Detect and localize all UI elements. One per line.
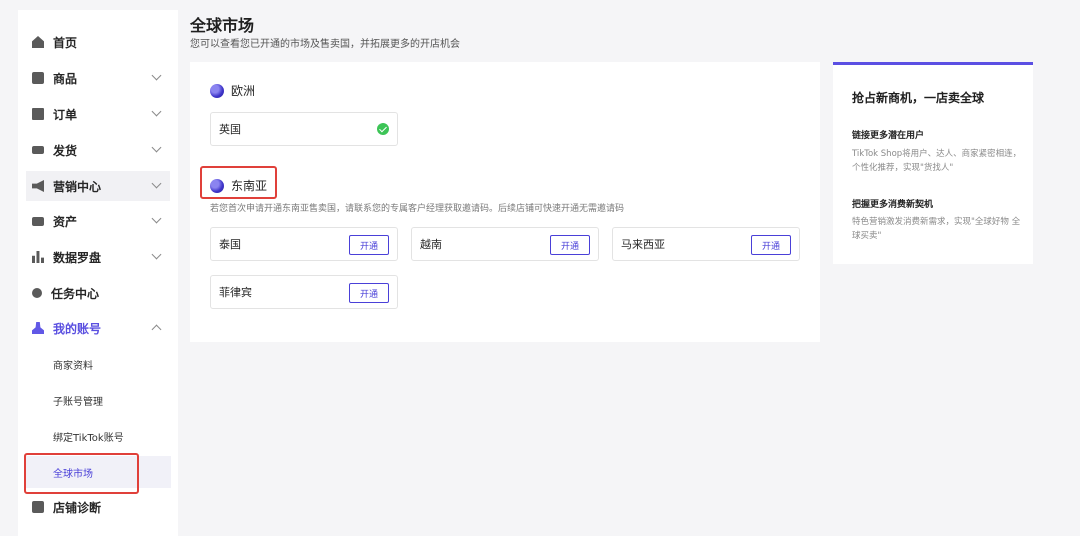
country-card-philippines: 菲律宾 开通 [210,275,398,309]
country-card-vietnam: 越南 开通 [411,227,599,261]
market-card: 欧洲 英国 东南亚 若您首次申请开通东南亚售卖国，请联系您的专属客户经理获取邀请… [190,62,820,342]
country-name: 英国 [219,123,241,136]
nav-item-marketing[interactable]: 营销中心 [26,171,170,201]
card-icon [32,216,44,226]
nav-item-label: 我的账号 [53,321,102,336]
page-title: 全球市场 [190,16,255,35]
chevron-down-icon [151,178,162,189]
nav-item-label: 任务中心 [51,286,100,301]
nav-item-label: 营销中心 [53,179,102,194]
nav-item-assets[interactable]: 资产 [26,206,170,236]
country-name: 泰国 [219,238,241,251]
sub-item-label: 子账号管理 [53,396,103,408]
chevron-down-icon [151,142,162,153]
globe-icon [210,83,224,98]
nav-item-label: 订单 [53,107,78,122]
open-button[interactable]: 开通 [349,283,389,303]
country-card-uk: 英国 [210,112,398,146]
product-icon [32,72,44,84]
sub-item-merchant-profile[interactable]: 商家资料 [26,348,171,380]
nav-item-data-compass[interactable]: 数据罗盘 [26,242,170,272]
country-card-malaysia: 马来西亚 开通 [612,227,800,261]
shop-icon [32,501,44,513]
region-description: 若您首次申请开通东南亚售卖国，请联系您的专属客户经理获取邀请码。后续店铺可快速开… [210,204,625,214]
nav-item-label: 发货 [53,143,78,158]
nav-item-task-center[interactable]: 任务中心 [26,278,170,308]
chevron-down-icon [151,70,162,81]
nav-item-label: 资产 [53,214,78,229]
promo-title: 抢占新商机，一店卖全球 [852,91,985,105]
check-circle-icon [377,123,389,135]
chevron-up-icon [151,324,162,335]
region-name: 欧洲 [231,84,256,98]
nav-item-label: 首页 [53,35,78,50]
sub-item-bind-tiktok[interactable]: 绑定TikTok账号 [26,420,171,452]
promo-heading: 把握更多消费新契机 [852,200,934,210]
country-card-thailand: 泰国 开通 [210,227,398,261]
page-description: 您可以查看您已开通的市场及售卖国，并拓展更多的开店机会 [190,39,460,50]
nav-item-my-account[interactable]: 我的账号 [26,313,170,343]
nav-item-label: 商品 [53,71,78,86]
chevron-down-icon [151,106,162,117]
region-europe-header: 欧洲 [210,82,255,99]
nav-item-shop-diagnosis[interactable]: 店铺诊断 [26,492,170,522]
promo-text: 特色营销激发消费新需求，实现"全球好物 全球买卖" [852,217,1021,241]
nav-item-label: 店铺诊断 [53,500,102,515]
country-name: 菲律宾 [219,286,252,299]
truck-icon [32,146,44,154]
open-button[interactable]: 开通 [349,235,389,255]
sub-item-label: 商家资料 [53,360,93,372]
nav-item-label: 数据罗盘 [53,250,102,265]
sub-item-label: 绑定TikTok账号 [53,432,124,444]
nav-item-home[interactable]: 首页 [26,27,170,57]
country-name: 越南 [420,238,442,251]
highlight-box [200,166,277,199]
medal-icon [32,288,42,298]
chevron-down-icon [151,213,162,224]
nav-item-shipping[interactable]: 发货 [26,135,170,165]
user-icon [32,322,44,334]
open-button[interactable]: 开通 [751,235,791,255]
nav-item-orders[interactable]: 订单 [26,99,170,129]
promo-text: TikTok Shop将用户、达人、商家紧密相连，个性化推荐，实现"货找人" [852,149,1022,173]
home-icon [32,36,44,48]
open-button[interactable]: 开通 [550,235,590,255]
country-name: 马来西亚 [621,238,665,251]
highlight-box [24,453,139,494]
megaphone-icon [32,180,44,192]
chevron-down-icon [151,249,162,260]
sub-item-subaccount[interactable]: 子账号管理 [26,384,171,416]
chart-icon [32,251,44,263]
nav-item-products[interactable]: 商品 [26,63,170,93]
promo-card: 抢占新商机，一店卖全球 链接更多潜在用户 TikTok Shop将用户、达人、商… [833,62,1033,264]
order-icon [32,108,44,120]
promo-heading: 链接更多潜在用户 [852,131,925,141]
